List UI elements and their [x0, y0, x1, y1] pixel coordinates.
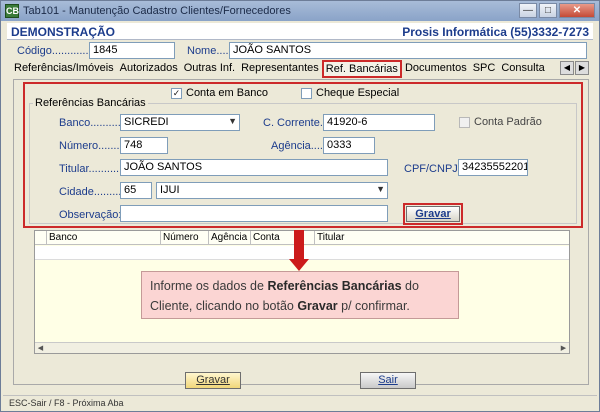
tab-bar: Referências/Imóveis Autorizados Outras I… [11, 60, 591, 78]
gravar-button[interactable]: Gravar [185, 372, 241, 389]
banco-select[interactable]: SICREDI ▼ [120, 114, 240, 131]
column-header[interactable]: Número [161, 231, 209, 245]
conta-padrao-checkbox[interactable]: Conta Padrão [459, 116, 542, 128]
numero-label: Número......... [59, 140, 126, 152]
tab-representantes[interactable]: Representantes [238, 60, 322, 78]
company-label: Prosis Informática (55)3332-7273 [402, 25, 589, 39]
app-window: CB Tab101 - Manutenção Cadastro Clientes… [0, 0, 600, 412]
codigo-field[interactable]: 1845 [89, 42, 175, 59]
tab-spc[interactable]: SPC [470, 60, 499, 78]
sair-button[interactable]: Sair [360, 372, 416, 389]
cidade-label: Cidade.......... [59, 186, 125, 198]
banco-label: Banco...........: [59, 117, 127, 129]
tab-ref-bancarias[interactable]: Ref. Bancárias [321, 60, 402, 78]
gravar-form-button[interactable]: Gravar [406, 206, 460, 222]
conta-em-banco-label: Conta em Banco [186, 87, 268, 99]
chevron-down-icon: ▼ [376, 184, 385, 194]
cpf-cnpj-field[interactable]: 34235552201 [458, 159, 528, 176]
title-bar: CB Tab101 - Manutenção Cadastro Clientes… [1, 1, 599, 21]
codigo-label: Código..............: [17, 45, 98, 57]
cheque-especial-label: Cheque Especial [316, 87, 400, 99]
tab-outras-inf[interactable]: Outras Inf. [181, 60, 238, 78]
column-header[interactable]: Conta [251, 231, 315, 245]
cpf-cnpj-label: CPF/CNPJ: [404, 163, 461, 175]
column-header[interactable]: Agência [209, 231, 251, 245]
scroll-left-icon[interactable]: ◀ [35, 343, 46, 354]
tab-consulta[interactable]: Consulta [498, 60, 547, 78]
cidade-value: IJUI [160, 184, 180, 196]
instruction-note: Informe os dados de Referências Bancária… [141, 271, 459, 319]
header-bar: DEMONSTRAÇÃO Prosis Informática (55)3332… [7, 23, 593, 40]
agencia-label: Agência.....: [271, 140, 330, 152]
tab-autorizados[interactable]: Autorizados [117, 60, 181, 78]
conta-padrao-label: Conta Padrão [474, 116, 542, 128]
tab-scroll-left-icon[interactable]: ◀ [560, 61, 574, 75]
maximize-icon[interactable]: □ [539, 3, 557, 18]
minimize-icon[interactable]: — [519, 3, 537, 18]
tab-referencias-imoveis[interactable]: Referências/Imóveis [11, 60, 117, 78]
close-icon[interactable]: ✕ [559, 3, 595, 18]
horizontal-scrollbar[interactable]: ◀ ▶ [35, 342, 569, 353]
pointer-arrow-icon [294, 230, 304, 260]
numero-field[interactable]: 748 [120, 137, 168, 154]
tab-scroll-right-icon[interactable]: ▶ [575, 61, 589, 75]
cidade-code-field[interactable]: 65 [120, 182, 152, 199]
banco-value: SICREDI [124, 116, 169, 128]
c-corrente-field[interactable]: 41920-6 [323, 114, 435, 131]
column-header[interactable]: Titular [315, 231, 568, 245]
titular-field[interactable]: JOÃO SANTOS [120, 159, 388, 176]
cheque-especial-checkbox[interactable]: Cheque Especial [301, 87, 399, 99]
chevron-down-icon: ▼ [228, 116, 237, 126]
cidade-select[interactable]: IJUI ▼ [156, 182, 388, 199]
app-icon: CB [5, 4, 19, 18]
group-title: Referências Bancárias [33, 97, 148, 109]
column-header[interactable]: Banco [47, 231, 161, 245]
scroll-right-icon[interactable]: ▶ [558, 343, 569, 354]
status-bar: ESC-Sair / F8 - Próxima Aba [3, 395, 597, 411]
agencia-field[interactable]: 0333 [323, 137, 375, 154]
window-title: Tab101 - Manutenção Cadastro Clientes/Fo… [23, 5, 291, 17]
conta-em-banco-checkbox[interactable]: ✓ Conta em Banco [171, 87, 268, 99]
nome-field[interactable]: JOÃO SANTOS [229, 42, 587, 59]
checkmark-icon: ✓ [171, 87, 182, 99]
demo-label: DEMONSTRAÇÃO [11, 25, 115, 39]
c-corrente-label: C. Corrente...: [263, 117, 333, 129]
tab-documentos[interactable]: Documentos [402, 60, 470, 78]
observacao-field[interactable] [120, 205, 388, 222]
pointer-arrow-head-icon [289, 259, 309, 271]
observacao-label: Observação: [59, 209, 122, 221]
